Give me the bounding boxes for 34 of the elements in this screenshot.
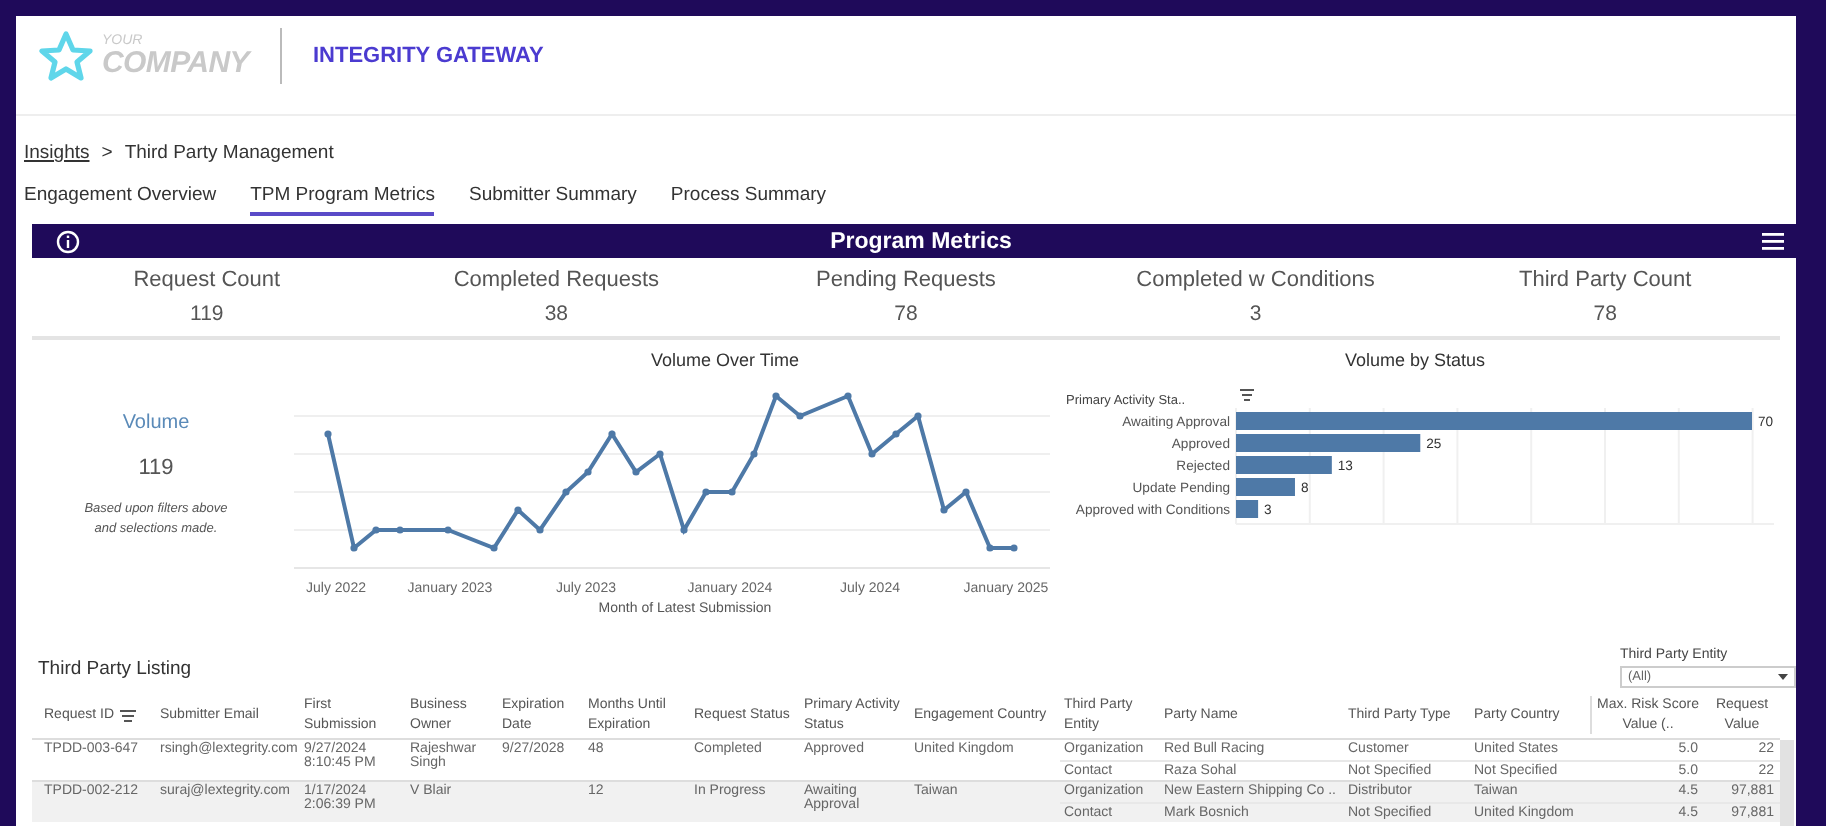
metric-label: Pending Requests bbox=[814, 266, 998, 296]
chart-title: Volume Over Time bbox=[648, 350, 802, 374]
metric-label: Completed Requests bbox=[451, 266, 662, 296]
menu-icon[interactable] bbox=[1761, 232, 1784, 250]
chart-title: Volume by Status bbox=[1342, 350, 1488, 374]
metric-value: 3 bbox=[1247, 300, 1264, 330]
metric-value: 78 bbox=[1591, 300, 1619, 330]
star-icon bbox=[36, 30, 96, 82]
status-bar bbox=[1236, 456, 1332, 474]
sort-icon[interactable] bbox=[120, 709, 137, 721]
breadcrumb-link[interactable]: Insights bbox=[24, 142, 90, 168]
metric-label: Third Party Count bbox=[1516, 266, 1694, 296]
tab[interactable]: TPM Program Metrics bbox=[250, 180, 435, 216]
info-icon bbox=[56, 229, 80, 253]
banner-title: Program Metrics bbox=[830, 229, 1012, 253]
section-title: Third Party Listing bbox=[38, 658, 192, 684]
volume-label: Volume bbox=[122, 412, 190, 434]
caret-icon bbox=[1778, 674, 1788, 680]
sort-icon bbox=[1239, 389, 1255, 401]
breadcrumb-current: Third Party Management bbox=[124, 142, 334, 168]
metric-value: 78 bbox=[892, 300, 920, 330]
status-bar bbox=[1236, 500, 1259, 518]
app-title: INTEGRITY GATEWAY bbox=[312, 44, 544, 68]
status-bar bbox=[1236, 478, 1295, 496]
metric-label: Completed w Conditions bbox=[1134, 266, 1377, 296]
tab[interactable]: Process Summary bbox=[670, 180, 827, 212]
metric-label: Request Count bbox=[131, 266, 283, 296]
metric-value: 119 bbox=[188, 300, 226, 330]
breadcrumb-separator: > bbox=[101, 142, 113, 168]
volume-value: 119 bbox=[138, 456, 174, 480]
tab[interactable]: Engagement Overview bbox=[24, 180, 217, 212]
metric-value: 38 bbox=[542, 300, 571, 330]
scrollbar[interactable] bbox=[1780, 740, 1794, 826]
tab[interactable]: Submitter Summary bbox=[468, 180, 637, 212]
